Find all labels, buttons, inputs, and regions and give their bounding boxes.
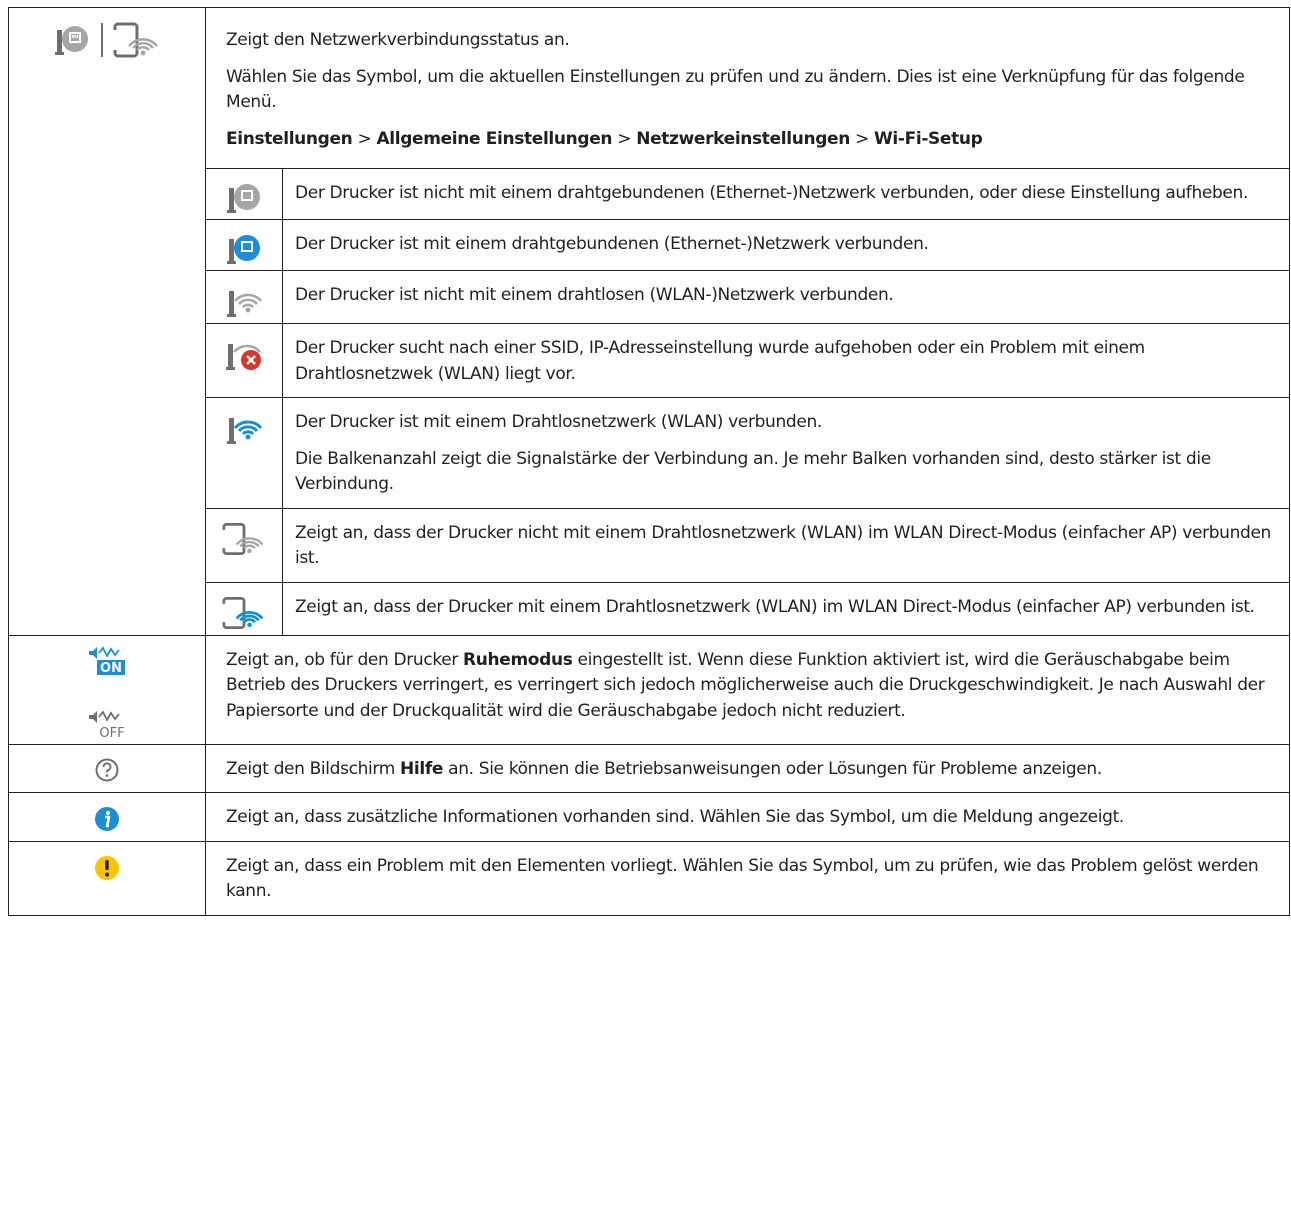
menu-path: Einstellungen > Allgemeine Einstellungen… <box>226 127 1273 153</box>
network-icon-cell <box>8 7 206 636</box>
warning-icon <box>95 855 119 880</box>
help-icon <box>95 758 119 781</box>
info-text: Zeigt an, dass zusätzliche Informationen… <box>226 807 1124 827</box>
info-row: Zeigt an, dass zusätzliche Informationen… <box>8 792 1290 842</box>
wifi-connected-icon <box>227 418 263 444</box>
quiet-mode-on-icon: ON <box>89 645 125 676</box>
table-row: Zeigt an, dass der Drucker nicht mit ein… <box>206 507 1289 582</box>
wifi-disconnected-icon <box>227 291 262 317</box>
network-desc-cell: Zeigt den Netzwerkverbindungsstatus an. … <box>205 7 1290 636</box>
row-text: Der Drucker ist nicht mit einem drahtlos… <box>295 285 894 305</box>
wifi-direct-disconnected-icon <box>113 22 158 58</box>
row-text: Der Drucker sucht nach einer SSID, IP-Ad… <box>295 338 1145 384</box>
row-text: Der Drucker ist mit einem Drahtlosnetzwe… <box>295 412 822 432</box>
quiet-mode-term: Ruhemodus <box>463 649 573 670</box>
wifi-direct-connected-icon <box>222 596 264 629</box>
table-row: Der Drucker ist mit einem Drahtlosnetzwe… <box>206 397 1289 508</box>
table-row: Der Drucker sucht nach einer SSID, IP-Ad… <box>206 323 1289 398</box>
table-row: Der Drucker ist nicht mit einem drahtgeb… <box>206 168 1289 220</box>
info-icon <box>95 807 119 831</box>
row-text-secondary: Die Balkenanzahl zeigt die Signalstärke … <box>295 448 1211 495</box>
network-intro: Zeigt den Netzwerkverbindungsstatus an. <box>226 30 570 50</box>
network-detail: Wählen Sie das Symbol, um die aktuellen … <box>226 66 1245 113</box>
document: Zeigt den Netzwerkverbindungsstatus an. … <box>0 0 1291 916</box>
table-row: Zeigt an, dass der Drucker mit einem Dra… <box>206 581 1289 635</box>
separator <box>101 23 103 57</box>
quiet-mode-off-icon: OFF <box>89 709 125 741</box>
network-status-subtable: Der Drucker ist nicht mit einem drahtgeb… <box>206 168 1289 635</box>
help-term: Hilfe <box>400 758 444 779</box>
ethernet-disconnected-icon <box>55 26 88 55</box>
warning-text: Zeigt an, dass ein Problem mit den Eleme… <box>226 855 1259 902</box>
menu-path-wifi-setup[interactable]: Wi-Fi-Setup <box>874 129 983 149</box>
table-row: Der Drucker ist mit einem drahtgebundene… <box>206 219 1289 271</box>
menu-path-separator: > <box>617 128 637 149</box>
network-row: Zeigt den Netzwerkverbindungsstatus an. … <box>8 7 1290 636</box>
ethernet-disconnected-icon <box>227 184 260 213</box>
help-row: Zeigt den Bildschirm Hilfe an. Sie könne… <box>8 743 1290 793</box>
quiet-mode-row: ON OFF Zeigt an, ob für den Drucker Ruhe… <box>8 634 1290 745</box>
row-text: Der Drucker ist mit einem drahtgebundene… <box>295 234 929 254</box>
menu-path-network[interactable]: Netzwerkeinstellungen <box>636 129 850 149</box>
ethernet-connected-icon <box>227 235 260 264</box>
status-icon-table: Zeigt den Netzwerkverbindungsstatus an. … <box>8 7 1290 916</box>
help-text: Zeigt den Bildschirm Hilfe an. Sie könne… <box>226 758 1102 779</box>
warning-row: Zeigt an, dass ein Problem mit den Eleme… <box>8 840 1290 916</box>
menu-path-settings[interactable]: Einstellungen <box>226 129 353 149</box>
menu-path-separator: > <box>357 128 377 149</box>
quiet-mode-text: Zeigt an, ob für den Drucker Ruhemodus e… <box>226 649 1265 721</box>
wifi-error-icon <box>226 344 261 370</box>
menu-path-general[interactable]: Allgemeine Einstellungen <box>376 129 612 149</box>
row-text: Zeigt an, dass der Drucker nicht mit ein… <box>295 522 1271 569</box>
menu-path-separator: > <box>855 128 874 149</box>
quiet-on-label: ON <box>100 661 122 676</box>
quiet-off-label: OFF <box>99 726 124 740</box>
wifi-direct-disconnected-icon <box>222 522 264 555</box>
row-text: Der Drucker ist nicht mit einem drahtgeb… <box>295 183 1249 203</box>
table-row: Der Drucker ist nicht mit einem drahtlos… <box>206 270 1289 324</box>
row-text: Zeigt an, dass der Drucker mit einem Dra… <box>295 596 1255 617</box>
